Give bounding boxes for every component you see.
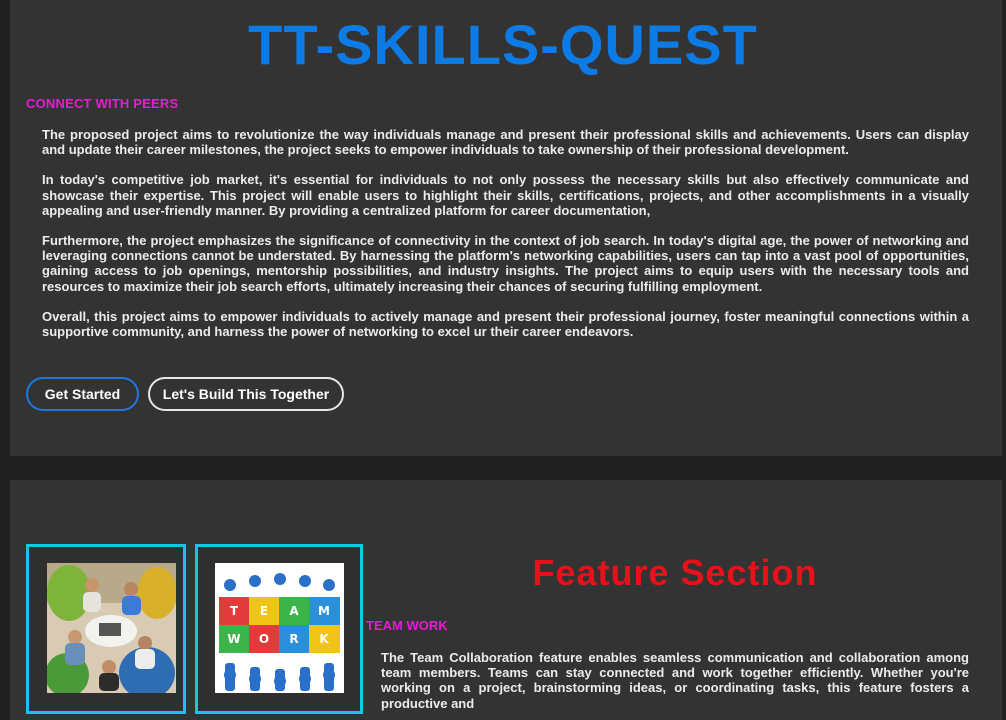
get-started-button[interactable]: Get Started (26, 377, 139, 411)
puzzle-letter-t: T (230, 604, 239, 618)
team-work-description: The Team Collaboration feature enables s… (381, 650, 969, 711)
hero-paragraph-4: Overall, this project aims to empower in… (42, 308, 969, 340)
hero-description: The proposed project aims to revolutioni… (42, 127, 969, 354)
connect-with-peers-heading: CONNECT WITH PEERS (26, 96, 179, 111)
team-meeting-image (47, 563, 176, 693)
puzzle-letter-o: O (259, 632, 269, 646)
feature-card-teamwork[interactable]: T E A M W O R K (195, 544, 363, 714)
feature-section-title: Feature Section (532, 552, 818, 593)
puzzle-letter-w: W (227, 632, 240, 646)
team-work-heading: TEAM WORK (366, 618, 448, 633)
puzzle-letter-k: K (319, 632, 329, 646)
hero-paragraph-1: The proposed project aims to revolutioni… (42, 127, 969, 158)
feature-card-peers[interactable] (26, 544, 186, 714)
puzzle-letter-r: R (289, 632, 298, 646)
puzzle-letter-a: A (289, 604, 299, 618)
hero-paragraph-2: In today's competitive job market, it's … (42, 172, 969, 218)
teamwork-puzzle-image: T E A M W O R K (215, 563, 344, 693)
site-title: TT-SKILLS-QUEST (248, 13, 758, 76)
build-together-button[interactable]: Let's Build This Together (148, 377, 344, 411)
hero-paragraph-3: Furthermore, the project emphasizes the … (42, 233, 969, 294)
puzzle-letter-m: M (318, 604, 330, 618)
puzzle-letter-e: E (260, 604, 268, 618)
